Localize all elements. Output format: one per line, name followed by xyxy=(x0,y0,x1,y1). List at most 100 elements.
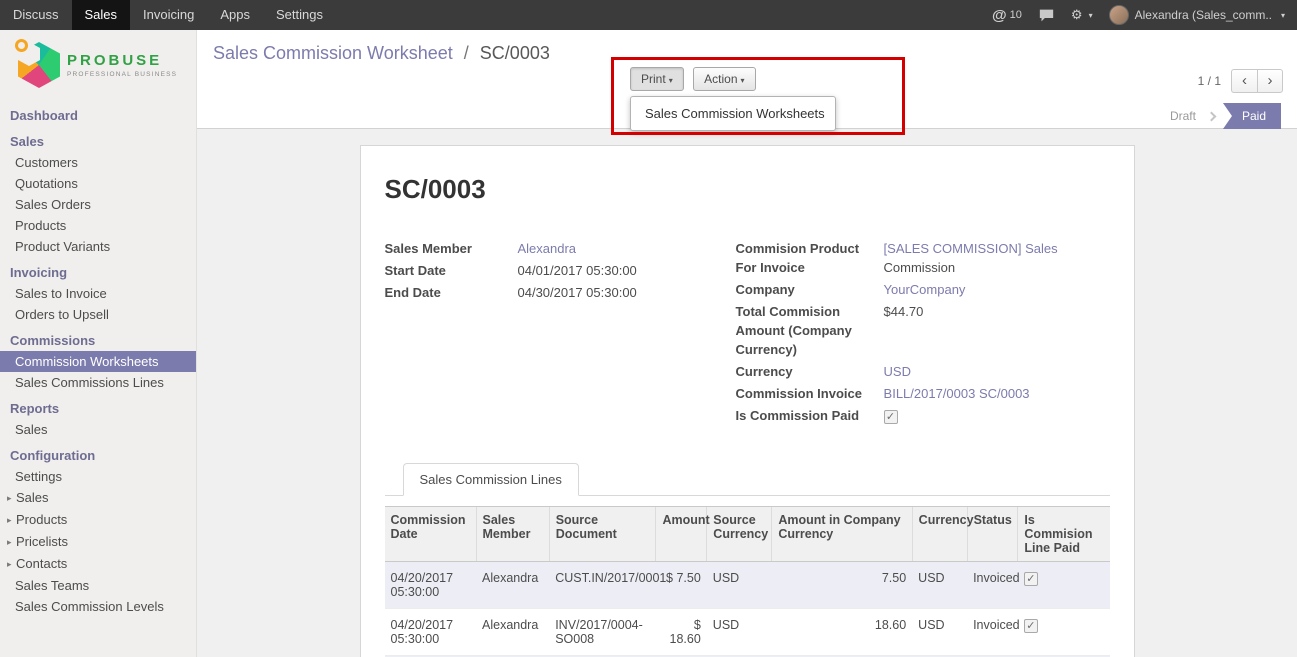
field-value-total-commission-amount: $44.70 xyxy=(884,302,1110,359)
field-value-currency[interactable]: USD xyxy=(884,362,1110,381)
expand-arrow-icon: ▸ xyxy=(7,510,16,531)
nav-apps[interactable]: Apps xyxy=(207,0,263,30)
col-currency[interactable]: Currency xyxy=(912,507,967,562)
menu-item-sales-commission-worksheets[interactable]: Sales Commission Worksheets xyxy=(631,101,835,126)
sidebar-item-products[interactable]: Products xyxy=(0,215,196,236)
status-steps: Draft Paid xyxy=(1160,103,1281,129)
chat-icon xyxy=(1038,8,1055,23)
status-step-paid: Paid xyxy=(1223,103,1281,129)
sidebar-section-commissions[interactable]: Commissions xyxy=(0,330,196,351)
breadcrumb-parent[interactable]: Sales Commission Worksheet xyxy=(213,43,453,63)
col-source-document[interactable]: Source Document xyxy=(549,507,656,562)
logo-tagline: PROFESSIONAL BUSINESS xyxy=(67,71,177,78)
sidebar-section-sales[interactable]: Sales xyxy=(0,131,196,152)
form-area: SC/0003 Sales Member Alexandra Start Dat… xyxy=(197,129,1297,657)
col-amount[interactable]: Amount xyxy=(656,507,707,562)
field-value-start-date: 04/01/2017 05:30:00 xyxy=(518,261,736,280)
sidebar-section-invoicing[interactable]: Invoicing xyxy=(0,262,196,283)
nav-settings[interactable]: Settings xyxy=(263,0,336,30)
cell-commission-date: 04/20/2017 05:30:00 xyxy=(385,562,477,609)
line-paid-checkbox[interactable]: ✓ xyxy=(1024,572,1038,586)
sidebar-item-sales-to-invoice[interactable]: Sales to Invoice xyxy=(0,283,196,304)
col-source-currency[interactable]: Source Currency xyxy=(707,507,772,562)
sidebar-item-config-sales[interactable]: ▸Sales xyxy=(0,487,196,509)
pager-previous-button[interactable]: ‹ xyxy=(1231,69,1257,93)
caret-down-icon: ▾ xyxy=(1281,11,1285,20)
debug-menu-button[interactable]: ⚙ ▾ xyxy=(1071,7,1093,23)
sidebar-item-config-pricelists[interactable]: ▸Pricelists xyxy=(0,531,196,553)
table-header-row: Commission Date Sales Member Source Docu… xyxy=(385,507,1110,562)
cell-amount: $ 7.50 xyxy=(656,562,707,609)
action-button[interactable]: Action▾ xyxy=(693,67,755,91)
breadcrumb-current: SC/0003 xyxy=(480,43,550,63)
caret-down-icon: ▾ xyxy=(741,76,745,85)
pager-value: 1 / 1 xyxy=(1198,74,1221,88)
mentions-button[interactable]: @ 10 xyxy=(992,7,1022,24)
sidebar-item-commission-worksheets[interactable]: Commission Worksheets xyxy=(0,351,196,372)
col-status[interactable]: Status xyxy=(967,507,1018,562)
col-sales-member[interactable]: Sales Member xyxy=(476,507,549,562)
field-value-commission-invoice[interactable]: BILL/2017/0003 SC/0003 xyxy=(884,384,1110,403)
field-label-end-date: End Date xyxy=(385,283,518,302)
app-logo[interactable]: PROBUSE PROFESSIONAL BUSINESS xyxy=(0,30,196,100)
sidebar-item-quotations[interactable]: Quotations xyxy=(0,173,196,194)
commission-product-rest: Commission xyxy=(884,260,956,275)
top-navbar: Discuss Sales Invoicing Apps Settings @ … xyxy=(0,0,1297,30)
table-row[interactable]: 04/20/2017 05:30:00 Alexandra INV/2017/0… xyxy=(385,609,1110,656)
field-label-is-commission-paid: Is Commission Paid xyxy=(736,406,884,425)
nav-discuss[interactable]: Discuss xyxy=(0,0,72,30)
sidebar-item-customers[interactable]: Customers xyxy=(0,152,196,173)
main-content: Sales Commission Worksheet / SC/0003 Pri… xyxy=(197,30,1297,657)
expand-arrow-icon: ▸ xyxy=(7,554,16,575)
commission-lines-table: Commission Date Sales Member Source Docu… xyxy=(385,506,1110,657)
breadcrumb: Sales Commission Worksheet / SC/0003 xyxy=(213,43,550,64)
probuse-logo-icon xyxy=(18,42,60,88)
cell-currency: USD xyxy=(912,609,967,656)
sidebar-item-sales-orders[interactable]: Sales Orders xyxy=(0,194,196,215)
cell-amount-company-currency: 18.60 xyxy=(772,609,912,656)
pager-next-button[interactable]: › xyxy=(1257,69,1283,93)
logo-name: PROBUSE xyxy=(67,52,177,69)
nav-invoicing[interactable]: Invoicing xyxy=(130,0,207,30)
field-label-total-commission-amount: Total Commision Amount (Company Currency… xyxy=(736,302,884,359)
cell-line-paid: ✓ xyxy=(1018,562,1110,609)
sidebar-item-sales-commissions-lines[interactable]: Sales Commissions Lines xyxy=(0,372,196,393)
notebook-tabs: Sales Commission Lines xyxy=(385,462,1110,496)
is-commission-paid-checkbox[interactable]: ✓ xyxy=(884,410,898,424)
cell-source-document: INV/2017/0004-SO008 xyxy=(549,609,656,656)
statusbar-chevron-icon xyxy=(1207,111,1217,121)
sidebar-section-configuration[interactable]: Configuration xyxy=(0,445,196,466)
col-amount-company-currency[interactable]: Amount in Company Currency xyxy=(772,507,912,562)
line-paid-checkbox[interactable]: ✓ xyxy=(1024,619,1038,633)
tab-sales-commission-lines[interactable]: Sales Commission Lines xyxy=(403,463,579,496)
sidebar-item-config-contacts[interactable]: ▸Contacts xyxy=(0,553,196,575)
field-value-company[interactable]: YourCompany xyxy=(884,280,1110,299)
sidebar-item-orders-to-upsell[interactable]: Orders to Upsell xyxy=(0,304,196,325)
col-is-commission-line-paid[interactable]: Is Commision Line Paid xyxy=(1018,507,1110,562)
col-commission-date[interactable]: Commission Date xyxy=(385,507,477,562)
expand-arrow-icon: ▸ xyxy=(7,532,16,553)
field-value-sales-member[interactable]: Alexandra xyxy=(518,239,736,258)
sidebar-item-product-variants[interactable]: Product Variants xyxy=(0,236,196,257)
commission-product-link[interactable]: [SALES COMMISSION] Sales xyxy=(884,241,1058,256)
sidebar-section-reports[interactable]: Reports xyxy=(0,398,196,419)
messages-button[interactable] xyxy=(1038,8,1055,23)
user-menu[interactable]: Alexandra (Sales_comm.. ▾ xyxy=(1109,5,1285,25)
sidebar-item-reports-sales[interactable]: Sales xyxy=(0,419,196,440)
record-title: SC/0003 xyxy=(385,174,1110,205)
sidebar-item-sales-teams[interactable]: Sales Teams xyxy=(0,575,196,596)
field-group-left: Sales Member Alexandra Start Date 04/01/… xyxy=(385,239,736,428)
print-button[interactable]: Print▾ xyxy=(630,67,684,91)
sidebar-item-config-products[interactable]: ▸Products xyxy=(0,509,196,531)
field-label-commission-invoice: Commission Invoice xyxy=(736,384,884,403)
top-nav-menus: Discuss Sales Invoicing Apps Settings xyxy=(0,0,336,30)
table-row[interactable]: 04/20/2017 05:30:00 Alexandra CUST.IN/20… xyxy=(385,562,1110,609)
cell-sales-member: Alexandra xyxy=(476,609,549,656)
sidebar-item-config-settings[interactable]: Settings xyxy=(0,466,196,487)
sidebar-item-dashboard[interactable]: Dashboard xyxy=(0,105,196,126)
status-step-draft[interactable]: Draft xyxy=(1160,103,1206,129)
sidebar-nav: Dashboard Sales Customers Quotations Sal… xyxy=(0,105,196,617)
nav-sales[interactable]: Sales xyxy=(72,0,131,30)
cell-status: Invoiced xyxy=(967,609,1018,656)
sidebar-item-sales-commission-levels[interactable]: Sales Commission Levels xyxy=(0,596,196,617)
